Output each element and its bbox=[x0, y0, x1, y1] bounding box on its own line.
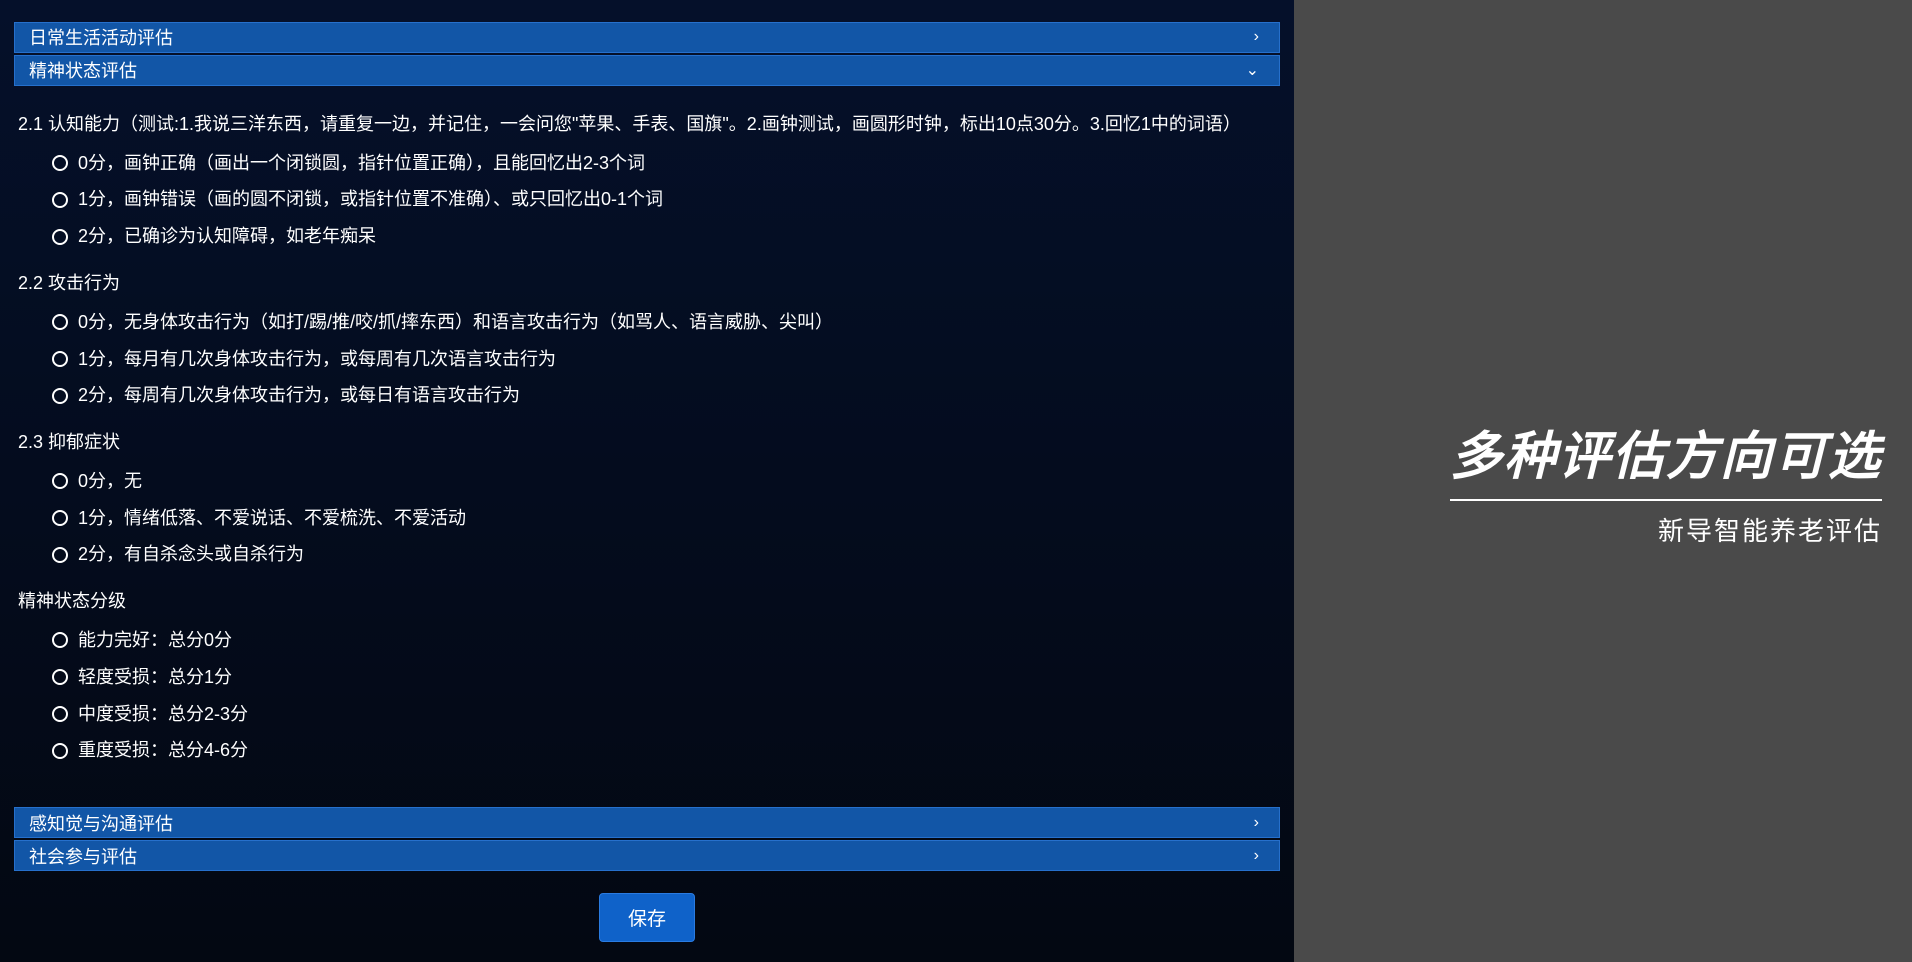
accordion-body-mental-state: 2.1 认知能力（测试:1.我说三洋东西，请重复一边，并记住，一会问您"苹果、手… bbox=[14, 88, 1280, 808]
chevron-right-icon: › bbox=[1254, 28, 1259, 46]
radio-label: 2分，每周有几次身体攻击行为，或每日有语言攻击行为 bbox=[78, 381, 520, 410]
radio-group-depression: 0分，无 1分，情绪低落、不爱说话、不爱梳洗、不爱活动 2分，有自杀念头或自杀行… bbox=[14, 463, 1280, 573]
radio-label: 重度受损：总分4-6分 bbox=[78, 736, 248, 765]
question-title-depression: 2.3 抑郁症状 bbox=[18, 428, 1280, 457]
accordion-header-social-participation[interactable]: 社会参与评估 › bbox=[14, 840, 1280, 871]
radio-label: 0分，无身体攻击行为（如打/踢/推/咬/抓/摔东西）和语言攻击行为（如骂人、语言… bbox=[78, 308, 833, 337]
radio-label: 2分，有自杀念头或自杀行为 bbox=[78, 540, 304, 569]
accordion-header-daily-activities[interactable]: 日常生活活动评估 › bbox=[14, 22, 1280, 53]
radio-label: 1分，每月有几次身体攻击行为，或每周有几次语言攻击行为 bbox=[78, 345, 556, 374]
accordion-title: 感知觉与沟通评估 bbox=[29, 810, 173, 836]
radio-group-aggression: 0分，无身体攻击行为（如打/踢/推/咬/抓/摔东西）和语言攻击行为（如骂人、语言… bbox=[14, 304, 1280, 414]
radio-icon bbox=[52, 632, 68, 648]
save-button[interactable]: 保存 bbox=[599, 893, 695, 942]
promo-panel: 多种评估方向可选 新导智能养老评估 bbox=[1294, 0, 1912, 962]
radio-label: 0分，画钟正确（画出一个闭锁圆，指针位置正确），且能回忆出2-3个词 bbox=[78, 149, 645, 178]
radio-option[interactable]: 重度受损：总分4-6分 bbox=[52, 732, 1280, 769]
radio-icon bbox=[52, 192, 68, 208]
radio-option[interactable]: 1分，每月有几次身体攻击行为，或每周有几次语言攻击行为 bbox=[52, 341, 1280, 378]
radio-label: 轻度受损：总分1分 bbox=[78, 663, 232, 692]
save-button-wrap: 保存 bbox=[14, 893, 1280, 942]
question-title-cognitive: 2.1 认知能力（测试:1.我说三洋东西，请重复一边，并记住，一会问您"苹果、手… bbox=[18, 110, 1280, 139]
promo-title: 多种评估方向可选 bbox=[1450, 414, 1882, 501]
radio-option[interactable]: 轻度受损：总分1分 bbox=[52, 659, 1280, 696]
radio-option[interactable]: 中度受损：总分2-3分 bbox=[52, 696, 1280, 733]
radio-option[interactable]: 0分，画钟正确（画出一个闭锁圆，指针位置正确），且能回忆出2-3个词 bbox=[52, 145, 1280, 182]
radio-icon bbox=[52, 743, 68, 759]
radio-icon bbox=[52, 473, 68, 489]
grading-title: 精神状态分级 bbox=[18, 587, 1280, 616]
radio-label: 能力完好：总分0分 bbox=[78, 626, 232, 655]
accordion-title: 日常生活活动评估 bbox=[29, 24, 173, 50]
question-title-aggression: 2.2 攻击行为 bbox=[18, 269, 1280, 298]
chevron-right-icon: › bbox=[1254, 814, 1259, 832]
radio-label: 2分，已确诊为认知障碍，如老年痴呆 bbox=[78, 222, 376, 251]
radio-label: 中度受损：总分2-3分 bbox=[78, 700, 248, 729]
radio-option[interactable]: 1分，情绪低落、不爱说话、不爱梳洗、不爱活动 bbox=[52, 500, 1280, 537]
promo-subtitle: 新导智能养老评估 bbox=[1658, 511, 1882, 548]
chevron-down-icon: ⌄ bbox=[1246, 60, 1259, 80]
accordion-title: 精神状态评估 bbox=[29, 57, 137, 83]
radio-icon bbox=[52, 510, 68, 526]
radio-group-cognitive: 0分，画钟正确（画出一个闭锁圆，指针位置正确），且能回忆出2-3个词 1分，画钟… bbox=[14, 145, 1280, 255]
accordion-title: 社会参与评估 bbox=[29, 843, 137, 869]
radio-option[interactable]: 2分，每周有几次身体攻击行为，或每日有语言攻击行为 bbox=[52, 377, 1280, 414]
assessment-form-panel: 日常生活活动评估 › 精神状态评估 ⌄ 2.1 认知能力（测试:1.我说三洋东西… bbox=[0, 0, 1294, 962]
radio-icon bbox=[52, 229, 68, 245]
radio-icon bbox=[52, 669, 68, 685]
radio-option[interactable]: 2分，已确诊为认知障碍，如老年痴呆 bbox=[52, 218, 1280, 255]
radio-icon bbox=[52, 155, 68, 171]
radio-option[interactable]: 0分，无身体攻击行为（如打/踢/推/咬/抓/摔东西）和语言攻击行为（如骂人、语言… bbox=[52, 304, 1280, 341]
radio-group-grading: 能力完好：总分0分 轻度受损：总分1分 中度受损：总分2-3分 重度受损：总分4… bbox=[14, 622, 1280, 769]
radio-icon bbox=[52, 547, 68, 563]
radio-option[interactable]: 1分，画钟错误（画的圆不闭锁，或指针位置不准确）、或只回忆出0-1个词 bbox=[52, 181, 1280, 218]
radio-label: 1分，画钟错误（画的圆不闭锁，或指针位置不准确）、或只回忆出0-1个词 bbox=[78, 185, 663, 214]
accordion-header-perception-communication[interactable]: 感知觉与沟通评估 › bbox=[14, 807, 1280, 838]
radio-option[interactable]: 0分，无 bbox=[52, 463, 1280, 500]
radio-icon bbox=[52, 351, 68, 367]
radio-icon bbox=[52, 388, 68, 404]
radio-option[interactable]: 能力完好：总分0分 bbox=[52, 622, 1280, 659]
accordion-header-mental-state[interactable]: 精神状态评估 ⌄ bbox=[14, 55, 1280, 86]
radio-label: 0分，无 bbox=[78, 467, 142, 496]
radio-icon bbox=[52, 314, 68, 330]
chevron-right-icon: › bbox=[1254, 847, 1259, 865]
radio-icon bbox=[52, 706, 68, 722]
radio-option[interactable]: 2分，有自杀念头或自杀行为 bbox=[52, 536, 1280, 573]
radio-label: 1分，情绪低落、不爱说话、不爱梳洗、不爱活动 bbox=[78, 504, 466, 533]
